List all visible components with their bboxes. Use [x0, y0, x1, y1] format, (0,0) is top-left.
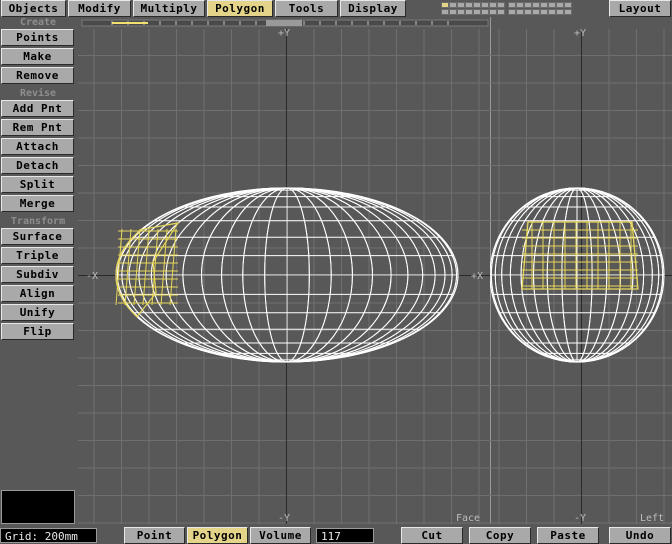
unify-button[interactable]: Unify	[1, 304, 74, 321]
mode-volume-button[interactable]: Volume	[250, 527, 311, 544]
layer-icon[interactable]	[473, 2, 481, 8]
layer-icon[interactable]	[473, 9, 481, 15]
layer-icon[interactable]	[516, 9, 524, 15]
slider-icon[interactable]	[81, 19, 489, 27]
layer-icon[interactable]	[540, 2, 548, 8]
attach-button[interactable]: Attach	[1, 138, 74, 155]
layer-icon[interactable]	[508, 9, 516, 15]
layer-icon[interactable]	[524, 9, 532, 15]
layer-icon[interactable]	[508, 2, 516, 8]
bottom-status-bar: Grid: 200mm Point Polygon Volume 117 Cut…	[0, 527, 672, 544]
add-pnt-button[interactable]: Add Pnt	[1, 100, 74, 117]
menu-layout-button[interactable]: Layout	[609, 0, 671, 17]
menu-polygon-button[interactable]: Polygon	[207, 0, 273, 17]
layer-icon[interactable]	[497, 2, 505, 8]
axis-label-plus-y: +Y	[278, 28, 290, 39]
axis-label-plus-y-left: +Y	[574, 28, 586, 39]
layer-icon[interactable]	[441, 2, 449, 8]
undo-button[interactable]: Undo	[609, 527, 671, 544]
layer-icon[interactable]	[481, 9, 489, 15]
layer-icon[interactable]	[564, 9, 572, 15]
grid-size-field: Grid: 200mm	[0, 528, 97, 543]
axis-label-minus-y-left: -Y	[574, 513, 586, 524]
layer-icon[interactable]	[457, 9, 465, 15]
triple-button[interactable]: Triple	[1, 247, 74, 264]
layer-icon[interactable]	[449, 9, 457, 15]
layer-icon[interactable]	[481, 2, 489, 8]
layer-icon[interactable]	[516, 2, 524, 8]
menu-display-button[interactable]: Display	[340, 0, 406, 17]
grid-value: 200mm	[44, 530, 78, 543]
axis-label-minus-y: -Y	[278, 513, 290, 524]
copy-button[interactable]: Copy	[469, 527, 531, 544]
align-button[interactable]: Align	[1, 285, 74, 302]
menu-multiply-button[interactable]: Multiply	[133, 0, 205, 17]
layer-icon[interactable]	[489, 9, 497, 15]
selection-count-field: 117	[316, 528, 374, 543]
rem-pnt-button[interactable]: Rem Pnt	[1, 119, 74, 136]
top-menu-bar: Objects Modify Multiply Polygon Tools Di…	[0, 0, 672, 17]
split-button[interactable]: Split	[1, 176, 74, 193]
layer-icon[interactable]	[548, 2, 556, 8]
status-preview-box	[1, 490, 75, 524]
layer-icon[interactable]	[548, 9, 556, 15]
paste-button[interactable]: Paste	[537, 527, 599, 544]
cut-button[interactable]: Cut	[401, 527, 463, 544]
menu-modify-button[interactable]: Modify	[68, 0, 131, 17]
layer-icon[interactable]	[556, 9, 564, 15]
detach-button[interactable]: Detach	[1, 157, 74, 174]
layer-grid	[441, 0, 576, 17]
mode-point-button[interactable]: Point	[124, 527, 185, 544]
viewport-name-left: Left	[640, 513, 664, 524]
flip-button[interactable]: Flip	[1, 323, 74, 340]
make-button[interactable]: Make	[1, 48, 74, 65]
mode-polygon-button[interactable]: Polygon	[187, 527, 248, 544]
layer-icon[interactable]	[540, 9, 548, 15]
menu-tools-button[interactable]: Tools	[275, 0, 338, 17]
viewport-face[interactable]: +Y -Y -X +X Face	[78, 17, 490, 524]
layer-icon[interactable]	[564, 2, 572, 8]
layer-icon[interactable]	[497, 9, 505, 15]
layer-icon[interactable]	[532, 2, 540, 8]
points-button[interactable]: Points	[1, 29, 74, 46]
section-create-header: Create	[19, 17, 57, 28]
layer-icon[interactable]	[556, 2, 564, 8]
layer-icon[interactable]	[457, 2, 465, 8]
layer-icon[interactable]	[465, 9, 473, 15]
section-transform-header: Transform	[10, 216, 66, 227]
layer-icon[interactable]	[449, 2, 457, 8]
section-revise-header: Revise	[19, 88, 57, 99]
subdiv-button[interactable]: Subdiv	[1, 266, 74, 283]
layer-icon[interactable]	[441, 9, 449, 15]
sphere-mesh-left[interactable]	[490, 187, 665, 363]
layer-icon[interactable]	[524, 2, 532, 8]
remove-button[interactable]: Remove	[1, 67, 74, 84]
viewport-name-face: Face	[456, 513, 480, 524]
layer-icon[interactable]	[532, 9, 540, 15]
menu-objects-button[interactable]: Objects	[1, 0, 66, 17]
merge-button[interactable]: Merge	[1, 195, 74, 212]
viewport-left[interactable]: +Y -Y Left	[490, 17, 672, 524]
grid-label: Grid:	[5, 530, 39, 543]
axis-label-minus-x: -X	[86, 271, 98, 282]
layer-icon[interactable]	[489, 2, 497, 8]
surface-button[interactable]: Surface	[1, 228, 74, 245]
layer-icon[interactable]	[465, 2, 473, 8]
axis-label-plus-x: +X	[471, 271, 483, 282]
